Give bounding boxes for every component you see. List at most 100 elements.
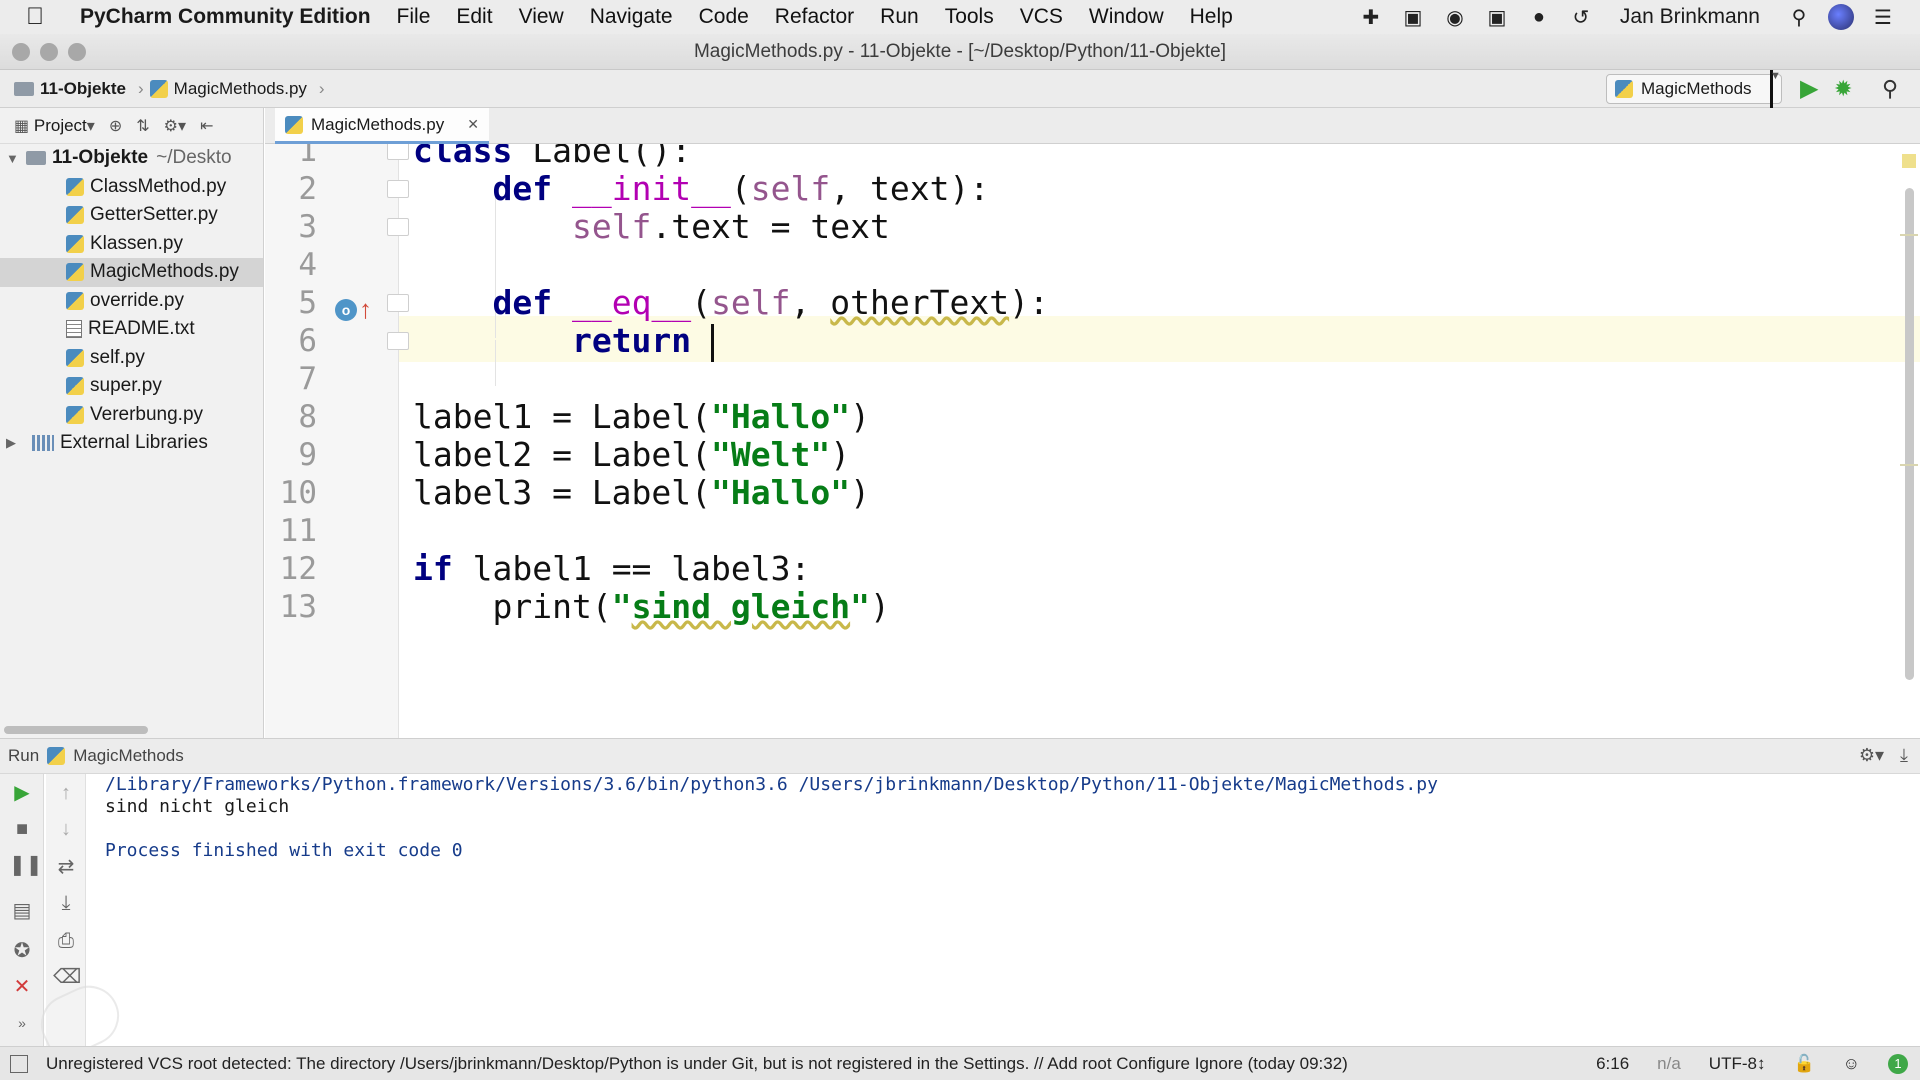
inspection-icon[interactable]: ☺ — [1843, 1054, 1860, 1074]
fold-marker[interactable] — [387, 218, 409, 236]
collapsed-arrow-icon[interactable]: ▶ — [6, 435, 20, 451]
layout-icon[interactable]: ▤ — [9, 898, 35, 924]
fold-marker[interactable] — [387, 144, 409, 160]
run-console-output[interactable]: /Library/Frameworks/Python.framework/Ver… — [88, 774, 1920, 1046]
error-stripe[interactable] — [1900, 464, 1918, 466]
menu-refactor[interactable]: Refactor — [775, 5, 854, 29]
chevron-right-icon: › — [138, 78, 144, 98]
soft-wrap-icon[interactable]: ⇄ — [53, 854, 79, 880]
scroll-to-end-icon[interactable]: ⤓ — [53, 890, 79, 916]
tree-file-self[interactable]: self.py — [0, 344, 263, 373]
tree-file-override[interactable]: override.py — [0, 287, 263, 316]
tree-root-folder[interactable]: ▼ 11-Objekte ~/Deskto — [0, 144, 263, 173]
hide-panel-icon[interactable]: ⤓ — [1900, 745, 1908, 766]
project-icon: ▦ — [14, 117, 30, 135]
notifications-badge[interactable]: 1 — [1888, 1054, 1908, 1074]
window-title: MagicMethods.py - 11-Objekte - [~/Deskto… — [693, 40, 1227, 62]
breadcrumb-project[interactable]: 11-Objekte — [40, 79, 126, 99]
user-name[interactable]: Jan Brinkmann — [1620, 5, 1760, 29]
siri-icon[interactable] — [1828, 4, 1854, 30]
project-horizontal-scrollbar[interactable] — [4, 726, 148, 734]
root-folder-path: ~/Deskto — [156, 147, 232, 169]
tree-external-libraries[interactable]: ▶ External Libraries — [0, 429, 263, 458]
pin-icon[interactable]: ✪ — [9, 938, 35, 964]
python-file-icon — [149, 79, 168, 98]
locate-target-icon[interactable]: ⊕ — [109, 116, 122, 136]
spotlight-search-icon[interactable]: ⚲ — [1786, 4, 1812, 30]
notification-center-icon[interactable]: ☰ — [1870, 4, 1896, 30]
arrow-up-icon[interactable]: ↑ — [53, 780, 79, 806]
tree-file-classmethod[interactable]: ClassMethod.py — [0, 173, 263, 202]
breadcrumb-file[interactable]: MagicMethods.py — [174, 79, 307, 99]
arrow-down-icon[interactable]: ↓ — [53, 816, 79, 842]
file-encoding[interactable]: UTF-8↕ — [1709, 1054, 1766, 1074]
menu-file[interactable]: File — [397, 5, 431, 29]
close-icon[interactable]: ✕ — [9, 974, 35, 1000]
tree-file-vererbung[interactable]: Vererbung.py — [0, 401, 263, 430]
tree-file-super[interactable]: super.py — [0, 372, 263, 401]
camera-icon[interactable]: ▣ — [1484, 4, 1510, 30]
tree-file-klassen[interactable]: Klassen.py — [0, 230, 263, 259]
run-icon[interactable]: ▶ — [1800, 76, 1824, 102]
tree-file-magicmethods[interactable]: MagicMethods.py — [0, 258, 263, 287]
vcs-notification-message[interactable]: Unregistered VCS root detected: The dire… — [46, 1054, 1348, 1074]
menu-edit[interactable]: Edit — [456, 5, 492, 29]
chat-bubble-icon[interactable]: ● — [1526, 4, 1552, 30]
clapper-icon[interactable]: ▣ — [1400, 4, 1426, 30]
python-file-icon — [66, 206, 84, 225]
search-icon[interactable]: ⚲ — [1882, 76, 1906, 102]
fold-marker[interactable] — [387, 294, 409, 312]
time-machine-icon[interactable]: ↺ — [1568, 4, 1594, 30]
tab-magicmethods[interactable]: MagicMethods.py ✕ — [275, 108, 489, 144]
pause-icon[interactable]: ❚❚ — [9, 852, 43, 878]
chevron-down-icon: ▼ — [1770, 70, 1781, 108]
gear-icon[interactable]: ⚙▾ — [164, 116, 186, 136]
cursor-position[interactable]: 6:16 — [1596, 1054, 1629, 1074]
hide-panel-icon[interactable]: ⇤ — [200, 116, 213, 136]
fold-marker[interactable] — [387, 332, 409, 350]
rerun-icon[interactable]: ▶ — [9, 780, 35, 806]
menu-window[interactable]: Window — [1089, 5, 1164, 29]
project-view-select[interactable]: ▦ Project▾ — [14, 116, 95, 136]
toggle-tool-windows-icon[interactable] — [10, 1055, 28, 1073]
code-line-13: print("sind gleich") — [413, 587, 890, 626]
print-icon[interactable]: ⎙ — [53, 928, 79, 954]
editor-gutter: 1 2 3 4 5 6 7 8 9 10 11 12 13 o ↑ — [265, 144, 409, 738]
stop-icon[interactable]: ■ — [9, 816, 35, 842]
lock-icon[interactable]: 🔓 — [1793, 1054, 1814, 1074]
run-config-name[interactable]: MagicMethods — [73, 746, 184, 766]
error-stripe[interactable] — [1900, 234, 1918, 236]
python-file-icon — [66, 377, 84, 396]
menu-tools[interactable]: Tools — [945, 5, 994, 29]
code-editor[interactable]: 1 2 3 4 5 6 7 8 9 10 11 12 13 o ↑ class … — [265, 144, 1920, 738]
override-marker[interactable]: o ↑ — [335, 294, 372, 325]
warning-marker[interactable] — [1902, 154, 1916, 168]
tree-file-gettersetter[interactable]: GetterSetter.py — [0, 201, 263, 230]
trash-icon[interactable]: ⌫ — [53, 964, 81, 990]
gear-icon[interactable]: ⚙▾ — [1859, 745, 1884, 766]
menu-run[interactable]: Run — [880, 5, 919, 29]
collapse-all-icon[interactable]: ⇅ — [136, 116, 149, 136]
run-configuration-label: MagicMethods — [1641, 79, 1752, 98]
more-icon[interactable]: » — [9, 1010, 35, 1036]
expanded-arrow-icon[interactable]: ▼ — [6, 151, 20, 166]
menu-vcs[interactable]: VCS — [1020, 5, 1063, 29]
menu-view[interactable]: View — [519, 5, 564, 29]
fold-marker[interactable] — [387, 180, 409, 198]
apple-icon[interactable]:  — [26, 3, 66, 31]
debug-bug-icon[interactable]: ✹ — [1834, 76, 1860, 102]
plus-cross-icon[interactable]: ✚ — [1358, 4, 1384, 30]
menu-navigate[interactable]: Navigate — [590, 5, 673, 29]
close-icon[interactable]: ✕ — [467, 116, 479, 133]
leaf-icon[interactable]: ◉ — [1442, 4, 1468, 30]
folder-icon — [14, 81, 34, 96]
app-name-menu[interactable]: PyCharm Community Edition — [80, 5, 371, 29]
menu-help[interactable]: Help — [1190, 5, 1233, 29]
run-configuration-select[interactable]: MagicMethods ▼ — [1606, 70, 1782, 108]
line-separator[interactable]: n/a — [1657, 1054, 1681, 1074]
project-label: Project — [33, 115, 87, 135]
menu-code[interactable]: Code — [699, 5, 749, 29]
editor-vertical-scrollbar[interactable] — [1905, 188, 1914, 680]
tree-file-readme[interactable]: README.txt — [0, 315, 263, 344]
